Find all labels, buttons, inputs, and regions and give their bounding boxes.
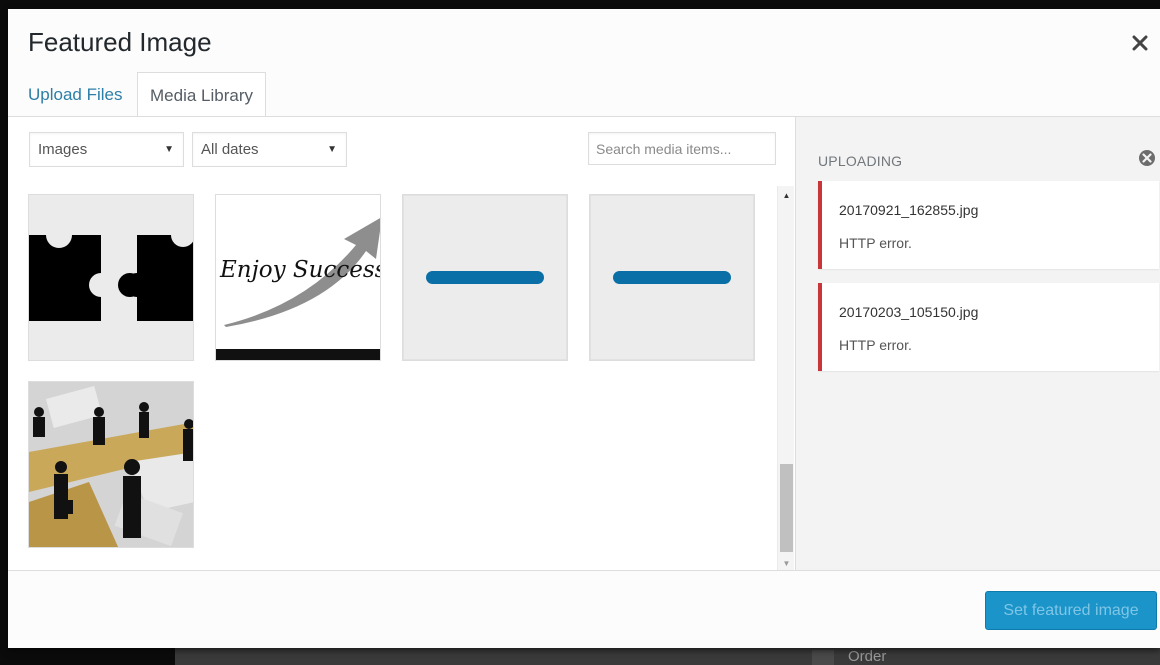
error-message: HTTP error. (839, 235, 912, 251)
upload-progress-fill (613, 271, 731, 284)
close-icon (1132, 35, 1148, 51)
attachment-thumbnail-business-money[interactable] (28, 381, 194, 548)
error-filename: 20170203_105150.jpg (839, 304, 979, 320)
search-media-input[interactable] (588, 132, 776, 165)
media-type-filter-value: Images (38, 141, 88, 158)
upload-progress-bar (613, 271, 731, 284)
error-message: HTTP error. (839, 337, 912, 353)
modal-tabs: Upload Files Media Library (8, 72, 1160, 118)
tab-media-library[interactable]: Media Library (137, 72, 266, 118)
upload-progress-bar (426, 271, 544, 284)
attachments-scrollbar[interactable]: ▲ ▼ (777, 186, 794, 570)
upload-errors-sidebar: UPLOADING 20170921_162855.jpg HTTP error… (795, 117, 1160, 570)
date-filter-value: All dates (201, 141, 259, 158)
backdrop-order-label: Order (848, 648, 887, 665)
media-library-content: Images ▼ All dates ▼ Enjoy Succe (8, 117, 795, 570)
media-type-filter[interactable]: Images ▼ (29, 132, 184, 167)
attachment-thumbnail-puzzle[interactable] (28, 194, 194, 361)
featured-image-modal: Featured Image Upload Files Media Librar… (8, 9, 1160, 648)
dropdown-arrow-icon: ▼ (327, 144, 337, 155)
attachments-grid: Enjoy Success (8, 194, 773, 570)
scroll-down-arrow-icon[interactable]: ▼ (778, 556, 795, 570)
dropdown-arrow-icon: ▼ (164, 144, 174, 155)
upload-error-item: 20170203_105150.jpg HTTP error. (818, 283, 1159, 371)
error-filename: 20170921_162855.jpg (839, 202, 979, 218)
scroll-up-arrow-icon[interactable]: ▲ (778, 188, 795, 202)
attachment-uploading-placeholder (402, 194, 568, 361)
set-featured-image-button[interactable]: Set featured image (985, 591, 1157, 630)
uploading-heading: UPLOADING (818, 153, 903, 169)
date-filter[interactable]: All dates ▼ (192, 132, 347, 167)
close-button[interactable] (1126, 29, 1154, 57)
modal-toolbar: Set featured image (8, 570, 1160, 648)
enjoy-success-text: Enjoy Success (219, 257, 381, 283)
attachment-uploading-placeholder (589, 194, 755, 361)
enjoy-success-image: Enjoy Success (216, 195, 381, 360)
backdrop-page (175, 648, 1160, 665)
upload-progress-fill (426, 271, 544, 284)
puzzle-image (29, 195, 193, 360)
scrollbar-thumb[interactable] (780, 464, 793, 552)
dismiss-circle-x-icon (1139, 150, 1155, 166)
modal-title: Featured Image (28, 27, 212, 57)
upload-error-item: 20170921_162855.jpg HTTP error. (818, 181, 1159, 269)
attachment-thumbnail-enjoy-success[interactable]: Enjoy Success (215, 194, 381, 361)
dismiss-errors-button[interactable] (1138, 149, 1156, 167)
business-money-image (29, 382, 193, 547)
tab-upload-files[interactable]: Upload Files (16, 72, 135, 117)
backdrop-checkbox (812, 650, 834, 665)
